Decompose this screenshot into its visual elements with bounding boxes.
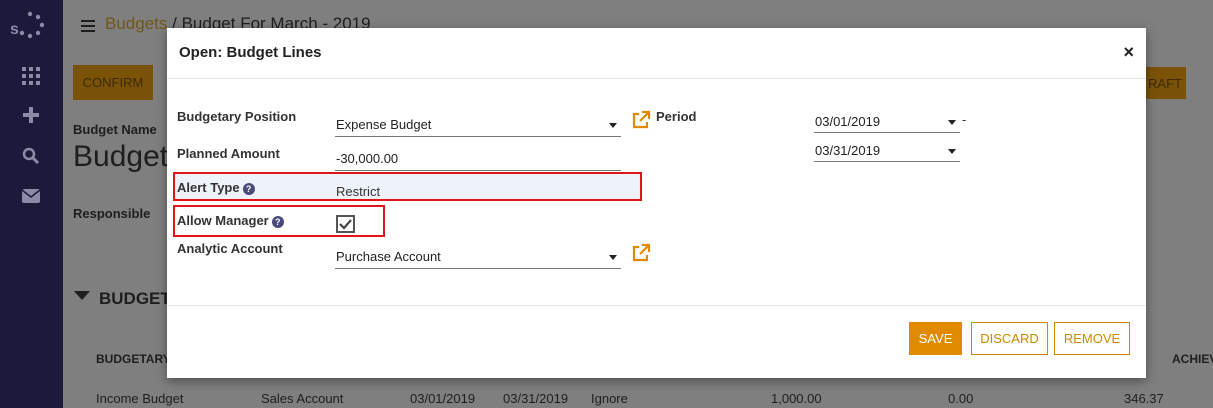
budgetary-position-label: Budgetary Position — [177, 109, 297, 124]
planned-amount-value: -30,000.00 — [336, 151, 399, 166]
section-title: BUDGET — [99, 289, 171, 308]
breadcrumb-budgets-link[interactable]: Budgets — [105, 14, 167, 33]
column-header-achievement: ACHIEV — [1172, 352, 1213, 366]
responsible-label: Responsible — [73, 206, 151, 221]
discard-button[interactable]: DISCARD — [971, 322, 1048, 355]
section-collapse-icon[interactable] — [74, 291, 90, 300]
row-planned: 1,000.00 — [771, 391, 822, 406]
budgetary-position-select[interactable]: Expense Budget — [335, 112, 621, 137]
row-theoretical: 346.37 — [1124, 391, 1164, 406]
app-logo-icon[interactable]: s — [8, 8, 52, 48]
budget-name-label: Budget Name — [73, 122, 157, 137]
analytic-account-select[interactable]: Purchase Account — [335, 244, 621, 269]
dialog-header: Open: Budget Lines × — [167, 28, 1146, 79]
row-alert: Ignore — [591, 391, 628, 406]
dialog-title: Open: Budget Lines — [179, 44, 322, 61]
period-end-value: 03/31/2019 — [815, 143, 881, 158]
column-header-budgetary: BUDGETARY — [96, 352, 171, 366]
mail-icon[interactable] — [19, 184, 43, 208]
period-start-value: 03/01/2019 — [815, 114, 881, 129]
analytic-account-value: Purchase Account — [336, 249, 441, 264]
analytic-account-label: Analytic Account — [177, 241, 283, 256]
row-position: Income Budget — [96, 391, 184, 406]
budget-lines-dialog: Open: Budget Lines × Budgetary Position … — [167, 28, 1146, 378]
save-button[interactable]: SAVE — [909, 322, 962, 355]
period-start-date[interactable]: 03/01/2019 — [814, 109, 960, 133]
row-end-date: 03/31/2019 — [503, 391, 569, 406]
alert-type-highlight-box — [173, 172, 642, 201]
budgetary-position-value: Expense Budget — [336, 117, 432, 132]
dialog-footer: SAVE DISCARD REMOVE — [167, 305, 1146, 378]
close-icon[interactable]: × — [1123, 42, 1134, 63]
chevron-down-icon — [948, 120, 956, 125]
search-icon[interactable] — [19, 144, 43, 168]
period-separator: - — [962, 112, 967, 127]
period-end-date[interactable]: 03/31/2019 — [814, 138, 960, 162]
apps-grid-icon[interactable] — [19, 64, 43, 88]
chevron-down-icon — [609, 123, 617, 128]
allow-manager-highlight-box — [173, 205, 385, 237]
status-draft: RAFT — [1140, 67, 1186, 99]
confirm-button[interactable]: CONFIRM — [73, 65, 153, 100]
chevron-down-icon — [948, 149, 956, 154]
menu-toggle-icon[interactable] — [81, 20, 95, 32]
external-link-icon[interactable] — [631, 243, 651, 263]
plus-icon[interactable] — [19, 103, 43, 127]
planned-amount-label: Planned Amount — [177, 146, 280, 161]
chevron-down-icon — [609, 255, 617, 260]
row-start-date: 03/01/2019 — [410, 391, 476, 406]
svg-text:s: s — [10, 21, 19, 38]
row-account: Sales Account — [261, 391, 344, 406]
period-label: Period — [656, 109, 697, 124]
external-link-icon[interactable] — [631, 110, 651, 130]
row-practical: 0.00 — [948, 391, 974, 406]
remove-button[interactable]: REMOVE — [1054, 322, 1130, 355]
planned-amount-input[interactable]: -30,000.00 — [335, 146, 621, 171]
left-nav: s — [0, 0, 63, 408]
